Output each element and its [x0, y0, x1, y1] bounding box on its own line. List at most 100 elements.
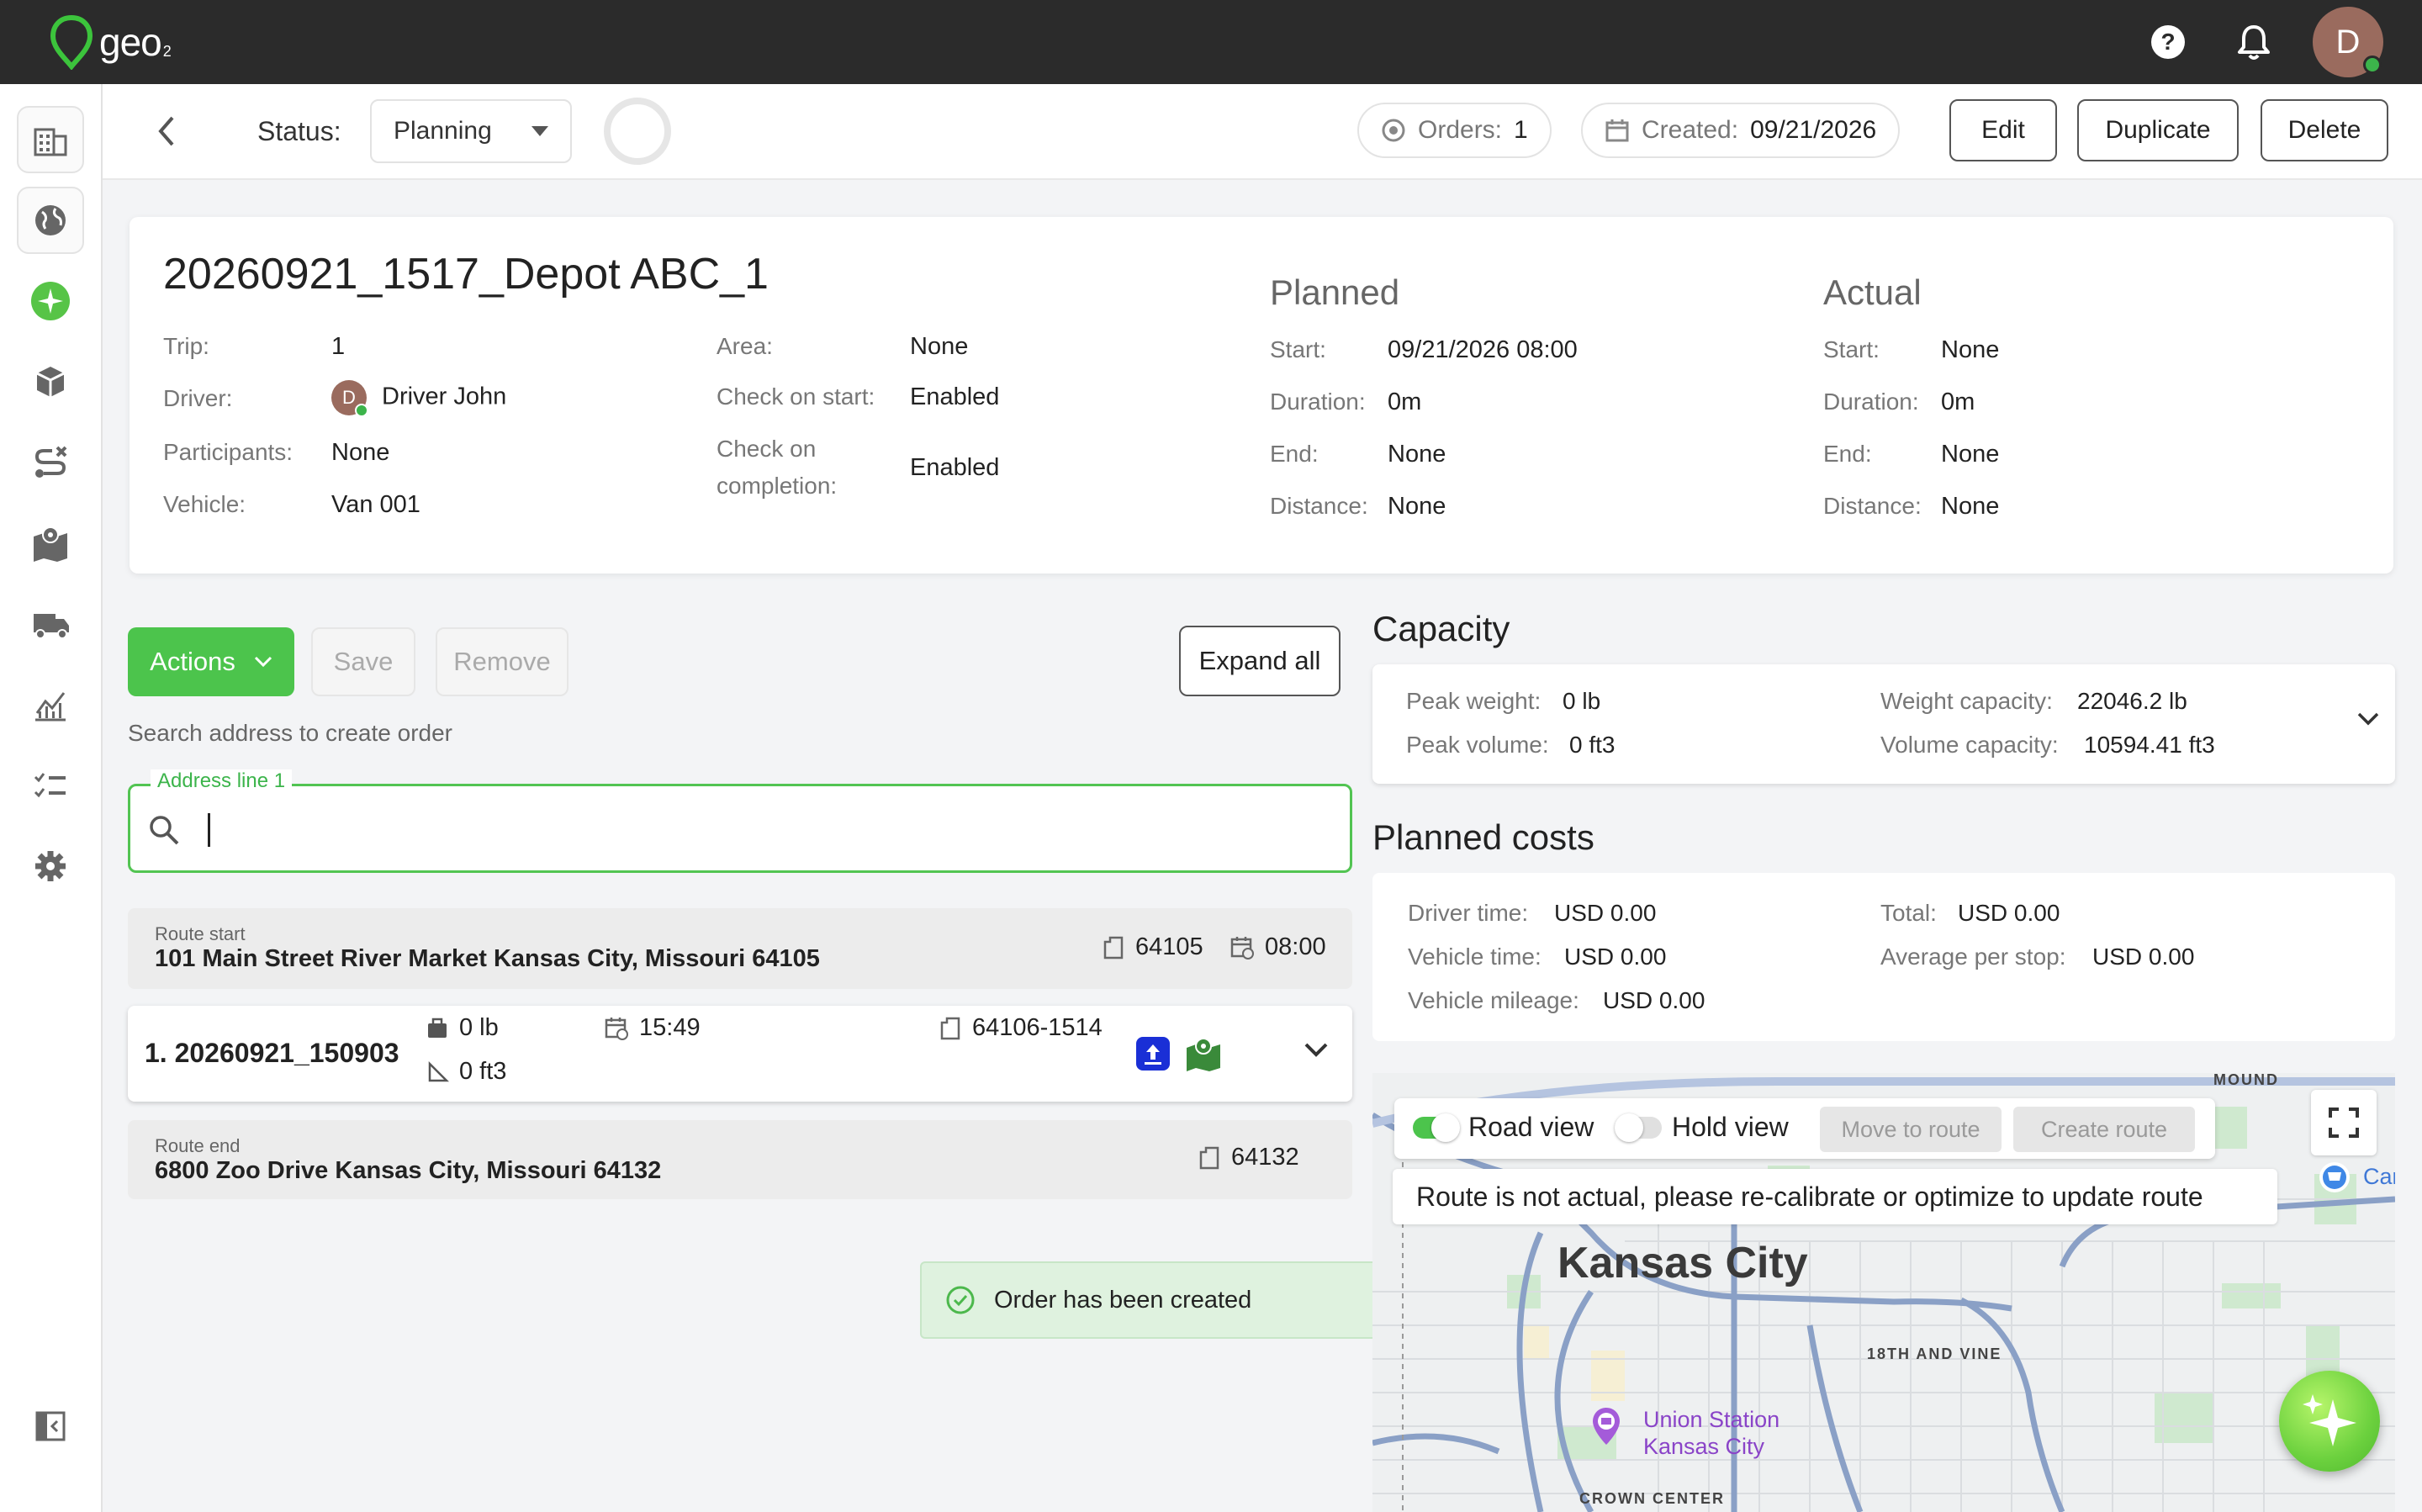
map-edge-label: Car — [2363, 1164, 2395, 1189]
orders-icon — [1382, 119, 1405, 142]
actual-end-value: None — [1941, 441, 2000, 468]
planned-start-label: Start: — [1270, 336, 1326, 362]
road-view-toggle[interactable] — [1413, 1113, 1460, 1142]
delete-button[interactable]: Delete — [2261, 99, 2388, 161]
sidebar-item-vehicles[interactable] — [17, 590, 84, 658]
status-value: Planning — [394, 117, 492, 145]
capacity-card[interactable]: Peak weight: 0 lb Peak volume: 0 ft3 Wei… — [1372, 664, 2395, 784]
planned-duration-value: 0m — [1388, 389, 1422, 415]
caret-down-icon — [531, 126, 548, 136]
vehicle-value: Van 001 — [331, 491, 420, 518]
actions-button[interactable]: Actions — [128, 627, 294, 696]
map-icon — [34, 526, 67, 562]
address-field-label: Address line 1 — [151, 769, 293, 793]
planned-distance-label: Distance: — [1270, 493, 1368, 519]
checklist-icon — [34, 773, 66, 798]
edit-button[interactable]: Edit — [1949, 99, 2057, 161]
pickup-upload-icon[interactable] — [1135, 1036, 1171, 1076]
hold-view-toggle[interactable] — [1615, 1113, 1662, 1142]
sidebar-item-map[interactable] — [17, 510, 84, 577]
toggle-knob — [1615, 1113, 1643, 1142]
check-circle-icon — [946, 1286, 975, 1314]
gear-icon — [35, 851, 66, 881]
store-pin-icon[interactable] — [2318, 1160, 2351, 1198]
driver-time-value: USD 0.00 — [1554, 900, 1657, 926]
vehicle-mileage-value: USD 0.00 — [1603, 987, 1705, 1013]
driver-label: Driver: — [163, 385, 233, 411]
map-district-label: MOUND — [2213, 1073, 2279, 1088]
text-cursor — [208, 813, 210, 847]
chevron-down-icon[interactable] — [2356, 711, 2380, 731]
route-start-zip: 64105 — [1102, 933, 1203, 961]
peak-weight-label: Peak weight: — [1406, 688, 1542, 714]
planned-start-value: 09/21/2026 08:00 — [1388, 336, 1578, 363]
move-to-route-button[interactable]: Move to route — [1820, 1107, 2002, 1152]
duplicate-button[interactable]: Duplicate — [2077, 99, 2239, 161]
actual-distance-value: None — [1941, 493, 2000, 520]
driver-value-group[interactable]: D Driver John — [331, 380, 506, 417]
status-select[interactable]: Planning — [370, 99, 572, 163]
ai-assistant-button[interactable] — [2279, 1371, 2380, 1472]
created-label: Created: — [1642, 116, 1739, 144]
sidebar-item-tasks[interactable] — [17, 752, 84, 819]
remove-button[interactable]: Remove — [436, 627, 568, 696]
logo-text: geo — [99, 20, 162, 64]
order-time-value: 15:49 — [639, 1014, 701, 1041]
total-label: Total: — [1880, 900, 1937, 926]
vehicle-time-value: USD 0.00 — [1564, 944, 1667, 970]
landmark-pin-icon[interactable] — [1589, 1406, 1623, 1451]
create-route-button[interactable]: Create route — [2013, 1107, 2195, 1152]
hold-view-label: Hold view — [1672, 1112, 1789, 1142]
back-button[interactable] — [143, 108, 190, 155]
help-icon[interactable]: ? — [2146, 20, 2190, 64]
driver-time-label: Driver time: — [1408, 900, 1529, 926]
app-logo[interactable]: geo 2 — [49, 12, 172, 72]
participants-value: None — [331, 439, 390, 466]
vehicle-time-label: Vehicle time: — [1408, 944, 1542, 970]
volume-capacity-label: Volume capacity: — [1880, 732, 2059, 758]
order-row[interactable]: 1. 20260921_150903 0 lb 0 ft3 15:49 6410… — [128, 1006, 1352, 1102]
planned-end-value: None — [1388, 441, 1446, 468]
route-start-label: Route start — [155, 923, 246, 944]
address-input-field[interactable]: Address line 1 — [128, 769, 1352, 873]
expand-all-button[interactable]: Expand all — [1179, 626, 1341, 696]
trip-value: 1 — [331, 333, 346, 360]
actual-duration-value: 0m — [1941, 389, 1975, 415]
participants-label: Participants: — [163, 439, 293, 465]
route-end-row[interactable]: Route end 6800 Zoo Drive Kansas City, Mi… — [128, 1120, 1352, 1199]
capacity-heading: Capacity — [1372, 609, 1510, 648]
bell-icon[interactable] — [2232, 20, 2276, 64]
average-per-stop-value: USD 0.00 — [2092, 944, 2195, 970]
driver-avatar: D — [331, 380, 368, 417]
toast-message: Order has been created — [994, 1286, 1252, 1314]
search-hint: Search address to create order — [128, 720, 452, 746]
weight-capacity-label: Weight capacity: — [1880, 688, 2053, 714]
planned-end-label: End: — [1270, 441, 1319, 467]
route-start-row[interactable]: Route start 101 Main Street River Market… — [128, 908, 1352, 989]
sidebar-item-routes[interactable] — [17, 429, 84, 496]
map-location-icon[interactable] — [1184, 1036, 1223, 1076]
sidebar-collapse-button[interactable] — [17, 1393, 84, 1460]
map-district-label: CROWN CENTER — [1579, 1490, 1725, 1507]
sidebar-item-analytics[interactable] — [17, 671, 84, 738]
chevron-down-icon[interactable] — [1304, 1041, 1329, 1062]
analytics-icon — [35, 692, 66, 722]
sidebar-item-settings[interactable] — [17, 833, 84, 900]
created-date-pill: Created: 09/21/2026 — [1581, 103, 1901, 158]
sidebar-item-buildings[interactable] — [17, 106, 84, 173]
sparkle-icon — [2303, 1394, 2356, 1446]
user-avatar[interactable]: D — [2313, 7, 2383, 77]
fullscreen-button[interactable] — [2311, 1090, 2377, 1155]
loading-spinner — [604, 98, 671, 165]
save-button[interactable]: Save — [311, 627, 415, 696]
weight-capacity-value: 22046.2 lb — [2077, 688, 2187, 714]
sidebar-item-ai[interactable] — [17, 267, 84, 335]
route-end-zip: 64132 — [1198, 1144, 1299, 1171]
sidebar-item-globe[interactable] — [17, 187, 84, 254]
route-start-time: 08:00 — [1230, 933, 1326, 961]
route-map[interactable]: Road view Hold view Move to route Create… — [1372, 1073, 2395, 1512]
route-end-address: 6800 Zoo Drive Kansas City, Missouri 641… — [155, 1157, 662, 1184]
sidebar-item-packages[interactable] — [17, 348, 84, 415]
route-start-zip-value: 64105 — [1135, 933, 1203, 960]
orders-value: 1 — [1514, 116, 1528, 144]
